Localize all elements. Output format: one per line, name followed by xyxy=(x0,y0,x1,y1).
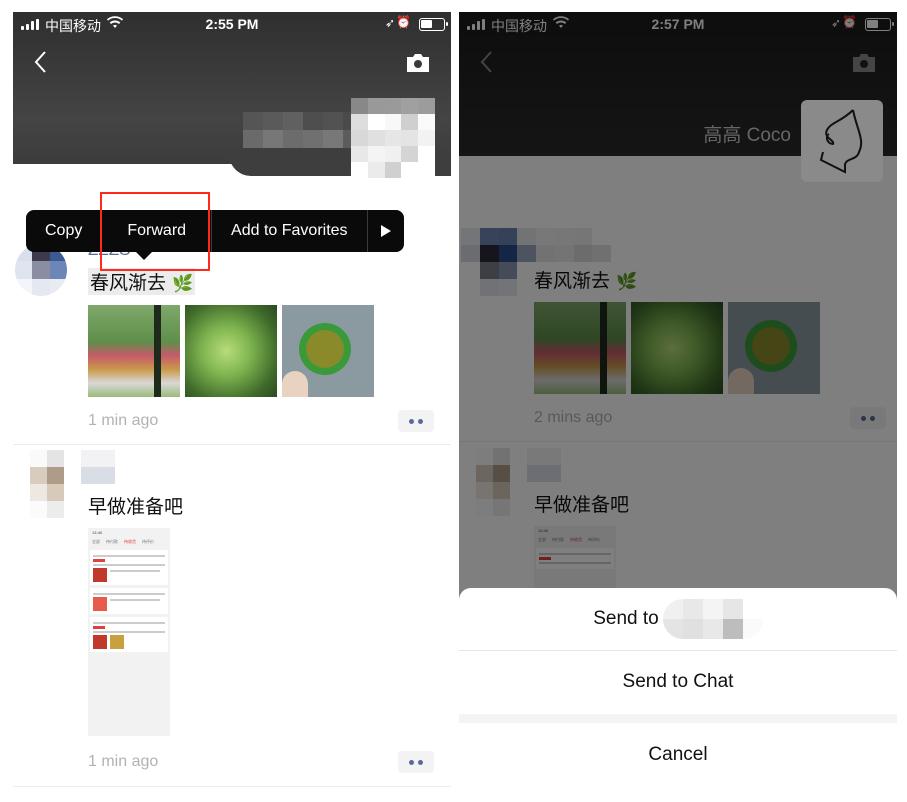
moments-feed-panel-right: 中国移动 2:57 PM ➶ ⏰ 高高 Coco 春风渐去🌿 xyxy=(459,12,897,802)
play-triangle-icon xyxy=(380,225,391,237)
section-gap xyxy=(459,714,897,723)
park-bench-photo[interactable] xyxy=(88,305,180,397)
blurred-nickname xyxy=(81,450,115,484)
avatar[interactable] xyxy=(30,450,64,518)
alarm-icon: ⏰ xyxy=(396,15,411,29)
add-to-favorites-menu-item[interactable]: Add to Favorites xyxy=(212,210,368,252)
context-menu: Copy Forward Add to Favorites xyxy=(26,210,404,252)
context-menu-pointer xyxy=(136,252,152,260)
back-button[interactable] xyxy=(31,48,51,76)
screenshot-tabs: 全部 待付款 待收货 待评价 xyxy=(92,539,154,544)
post-text: 早做准备吧 xyxy=(88,496,184,518)
more-actions-button[interactable] xyxy=(398,751,434,773)
send-to-contact-option[interactable]: Send to xyxy=(459,588,897,650)
shared-screenshot[interactable]: 13:40 全部 待付款 待收货 待评价 xyxy=(88,528,170,736)
screenshot-time: 13:40 xyxy=(92,530,103,535)
send-to-chat-option[interactable]: Send to Chat xyxy=(459,651,897,713)
green-tea-cup-photo[interactable] xyxy=(282,305,374,397)
status-bar: 中国移动 2:55 PM ➶ ⏰ xyxy=(13,12,451,36)
camera-button[interactable] xyxy=(405,52,431,74)
blurred-contact-name xyxy=(662,599,763,639)
action-sheet: Send to Send to Chat Cancel xyxy=(459,588,897,802)
photo-grid xyxy=(88,305,374,397)
divider xyxy=(13,444,451,445)
forward-menu-item[interactable]: Forward xyxy=(102,210,213,252)
copy-menu-item[interactable]: Copy xyxy=(26,210,103,252)
cancel-button[interactable]: Cancel xyxy=(459,724,897,786)
timestamp: 1 min ago xyxy=(88,753,159,770)
post-text: 春风渐去🌿 xyxy=(88,268,196,295)
battery-icon xyxy=(419,18,448,31)
divider xyxy=(13,786,451,787)
camera-icon xyxy=(407,54,429,72)
herb-emoji: 🌿 xyxy=(172,274,194,294)
face-sketch-icon xyxy=(819,109,863,174)
blurred-profile-avatar xyxy=(351,98,435,194)
profile-avatar[interactable] xyxy=(801,100,883,182)
moments-feed-panel-left: 中国移动 2:55 PM ➶ ⏰ 春风渐去 🌿 1 min ago 早做准备吧 … xyxy=(13,12,451,802)
timestamp: 1 min ago xyxy=(88,412,159,429)
more-actions-button[interactable] xyxy=(398,410,434,432)
location-arrow-icon: ➶ xyxy=(384,16,395,30)
chevron-left-icon xyxy=(34,51,46,73)
tree-canopy-photo[interactable] xyxy=(185,305,277,397)
more-menu-button[interactable] xyxy=(368,210,404,252)
blurred-username xyxy=(243,112,363,148)
